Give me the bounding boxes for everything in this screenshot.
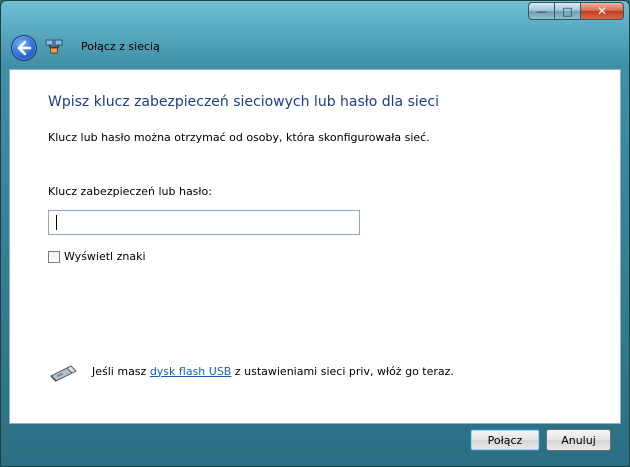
usb-hint-prefix: Jeśli masz — [92, 364, 150, 378]
security-key-label: Klucz zabezpieczeń lub hasło: — [48, 185, 212, 198]
button-bar: Połącz Anuluj — [1, 424, 629, 466]
show-characters-checkbox[interactable] — [48, 250, 60, 263]
maximize-button[interactable]: □ — [554, 2, 580, 20]
cancel-button[interactable]: Anuluj — [546, 429, 611, 451]
show-characters-option[interactable]: Wyświetl znaki — [48, 250, 146, 263]
dialog-title: Połącz z siecią — [81, 40, 160, 53]
back-button[interactable] — [11, 35, 37, 61]
usb-hint: Jeśli masz dysk flash USB z ustawieniami… — [48, 360, 454, 382]
usb-hint-suffix: z ustawieniami sieci priv, włóż go teraz… — [231, 364, 454, 378]
close-button[interactable]: ✕ — [580, 2, 624, 20]
show-characters-label: Wyświetl znaki — [64, 250, 146, 263]
connect-button[interactable]: Połącz — [470, 429, 540, 451]
navigation-bar: Połącz z siecią — [1, 23, 629, 69]
security-key-input[interactable] — [48, 210, 360, 235]
minimize-button[interactable]: — — [528, 2, 554, 20]
network-icon — [45, 39, 63, 54]
caption-buttons: — □ ✕ — [528, 2, 624, 20]
back-arrow-icon — [17, 40, 32, 56]
content-panel: Wpisz klucz zabezpieczeń sieciowych lub … — [9, 69, 621, 424]
instruction-text: Klucz lub hasło można otrzymać od osoby,… — [48, 131, 430, 144]
main-heading: Wpisz klucz zabezpieczeń sieciowych lub … — [48, 94, 439, 110]
usb-flash-drive-link[interactable]: dysk flash USB — [150, 365, 232, 378]
dialog-window: — □ ✕ Połącz z siecią Wpisz klucz zabezp… — [0, 0, 630, 467]
usb-flash-drive-icon — [50, 365, 77, 382]
text-caret — [56, 215, 57, 230]
